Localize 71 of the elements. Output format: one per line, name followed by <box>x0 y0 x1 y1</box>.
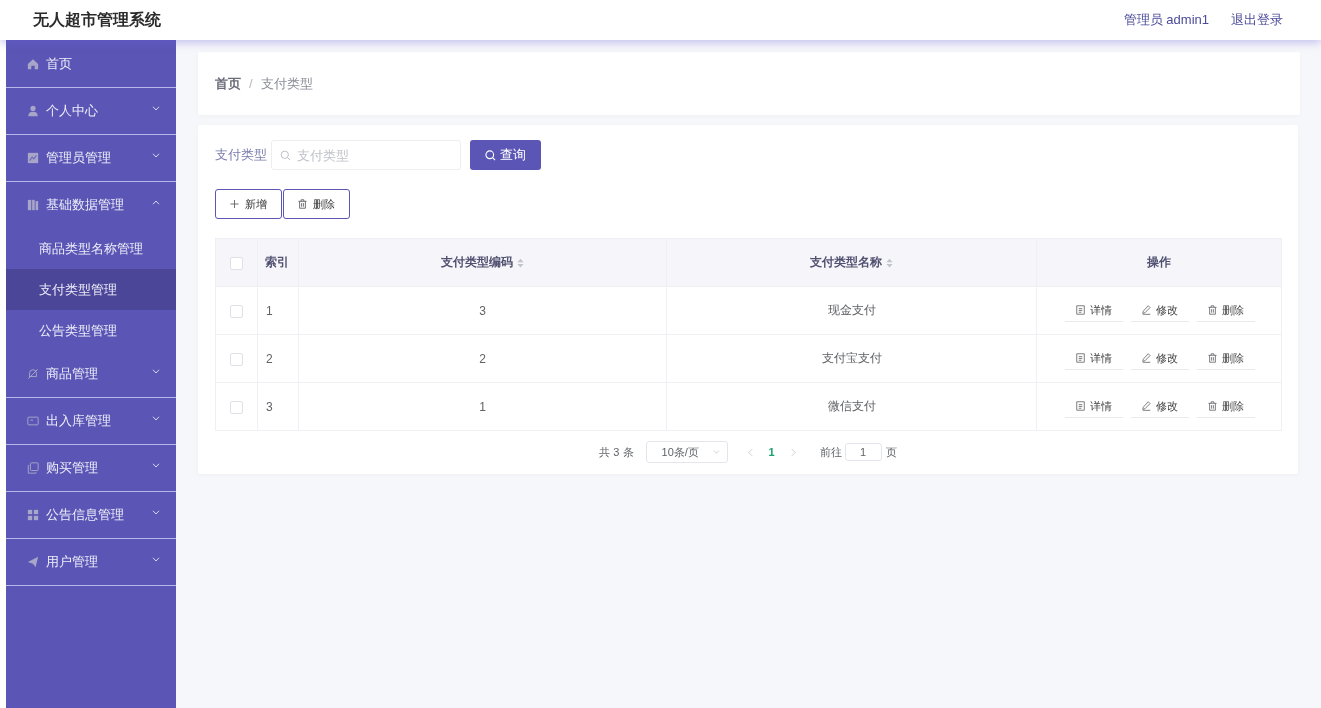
grid-icon <box>27 509 39 521</box>
column-title: 索引 <box>265 254 289 271</box>
trash-icon <box>1208 305 1217 315</box>
page-input[interactable]: 1 <box>844 443 882 461</box>
total-count: 共 3 条 <box>599 444 634 460</box>
checkbox[interactable] <box>230 256 243 270</box>
menu-item[interactable]: 公告信息管理 <box>6 492 176 538</box>
table-cell: 3 <box>257 382 299 431</box>
table-cell: 3 <box>298 286 667 335</box>
column-title: 支付类型编码 <box>441 254 513 271</box>
logout-link[interactable]: 退出登录 <box>1231 11 1283 29</box>
breadcrumb-current: 支付类型 <box>260 74 313 93</box>
trash-icon <box>1208 353 1217 363</box>
search-label: 支付类型 <box>215 146 268 164</box>
page-size-select[interactable]: 10条/页 <box>645 441 728 463</box>
menu-item[interactable]: 用户管理 <box>6 539 176 585</box>
table-cell: 支付宝支付 <box>666 334 1037 383</box>
app-title: 无人超市管理系统 <box>33 9 161 30</box>
document-icon <box>1076 353 1085 363</box>
screen-icon <box>27 415 39 427</box>
user-link[interactable]: 管理员 admin1 <box>1123 11 1209 29</box>
table-cell: 2 <box>298 334 667 383</box>
table-cell: 2 <box>257 334 299 383</box>
menu-item[interactable]: 管理员管理 <box>6 135 176 181</box>
submenu-item[interactable]: 支付类型管理 <box>6 269 176 310</box>
plus-icon <box>230 199 239 209</box>
pencil-icon <box>1142 305 1151 315</box>
add-button[interactable]: 新增 <box>215 189 282 219</box>
plane-icon <box>27 556 39 568</box>
search-icon <box>485 149 496 161</box>
checkbox[interactable] <box>230 352 243 366</box>
search-icon <box>280 150 291 161</box>
column-title: 操作 <box>1147 254 1171 271</box>
home-icon <box>27 58 39 70</box>
page-suffix: 页 <box>885 444 897 460</box>
bell-icon <box>27 368 39 380</box>
menu-item[interactable]: 个人中心 <box>6 88 176 134</box>
submenu-item[interactable]: 公告类型管理 <box>6 310 176 351</box>
column-title: 支付类型名称 <box>810 254 882 271</box>
table-cell: 微信支付 <box>666 382 1037 431</box>
pencil-icon <box>1142 353 1151 363</box>
trash-icon <box>1208 401 1217 411</box>
sort-icon[interactable] <box>517 257 524 268</box>
search-field[interactable]: 支付类型 <box>271 140 461 170</box>
trash-icon <box>298 199 307 209</box>
copy-icon <box>27 462 39 474</box>
breadcrumb-separator: / <box>249 76 253 91</box>
chevron-right-icon[interactable] <box>790 447 796 457</box>
menu-item[interactable]: 首页 <box>6 41 176 87</box>
table-cell: 1 <box>298 382 667 431</box>
document-icon <box>1076 305 1085 315</box>
breadcrumb-link[interactable]: 首页 <box>215 74 241 93</box>
checkbox[interactable] <box>230 400 243 414</box>
query-button[interactable]: 查询 <box>470 140 541 170</box>
submenu-item[interactable]: 商品类型名称管理 <box>6 228 176 269</box>
table-cell: 现金支付 <box>666 286 1037 335</box>
menu-item[interactable]: 商品管理 <box>6 351 176 397</box>
document-icon <box>1076 401 1085 411</box>
user-icon <box>27 105 39 117</box>
table-cell: 1 <box>257 286 299 335</box>
delete-button[interactable]: 删除 <box>283 189 350 219</box>
checkbox[interactable] <box>230 304 243 318</box>
chevron-left-icon[interactable] <box>747 447 753 457</box>
chart-icon <box>27 152 39 164</box>
menu-item[interactable]: 出入库管理 <box>6 398 176 444</box>
menu-item[interactable]: 购买管理 <box>6 445 176 491</box>
menu-item[interactable]: 基础数据管理 <box>6 182 176 228</box>
book-icon <box>27 199 39 211</box>
sort-icon[interactable] <box>886 257 893 268</box>
pencil-icon <box>1142 401 1151 411</box>
goto-label: 前往 <box>819 444 842 460</box>
